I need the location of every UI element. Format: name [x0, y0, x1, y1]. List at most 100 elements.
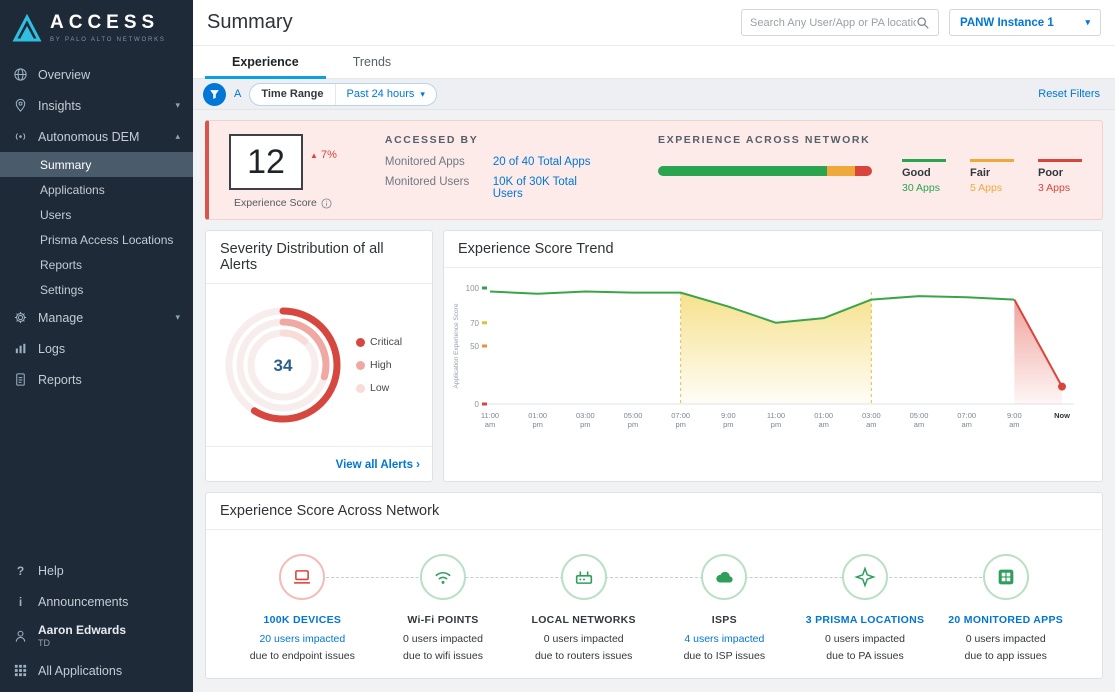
monitored-apps-cause: due to app issues: [935, 650, 1076, 662]
brand-title: ACCESS: [50, 12, 166, 34]
tab-trends[interactable]: Trends: [326, 46, 418, 79]
legend-high: High: [356, 359, 402, 371]
network-card-title: Experience Score Across Network: [206, 493, 1102, 530]
filter-button[interactable]: [203, 83, 226, 106]
prisma-locations-cause: due to PA issues: [795, 650, 936, 662]
sidebar-item-settings[interactable]: Settings: [0, 277, 193, 302]
svg-text:11:00pm: 11:00pm: [767, 411, 785, 429]
user-icon: [13, 629, 28, 644]
experience-across-network-heading: EXPERIENCE ACROSS NETWORK: [658, 134, 1082, 146]
router-icon: [561, 554, 607, 600]
legend-good-swatch: [902, 159, 946, 162]
sidebar-item-autonomous-dem[interactable]: Autonomous DEM ▴: [0, 121, 193, 152]
time-range-value-text: Past 24 hours: [347, 88, 415, 100]
global-search[interactable]: [741, 9, 939, 36]
all-applications-button[interactable]: All Applications: [0, 655, 193, 686]
experience-across-network-block: EXPERIENCE ACROSS NETWORK Good 30 Apps: [658, 134, 1082, 209]
tabs-bar: Experience Trends: [193, 46, 1115, 79]
chevron-up-icon: ▴: [175, 131, 180, 142]
brand-logo: ACCESS BY PALO ALTO NETWORKS: [0, 0, 193, 53]
monitored-apps-link[interactable]: 20 MONITORED APPS: [935, 614, 1076, 626]
devices-link[interactable]: 100K DEVICES: [232, 614, 373, 626]
monitored-users-row: Monitored Users 10K of 30K Total Users: [385, 176, 610, 200]
sidebar-item-dem-reports[interactable]: Reports: [0, 252, 193, 277]
help-button[interactable]: ? Help: [0, 555, 193, 586]
legend-poor-count: 3 Apps: [1038, 182, 1082, 194]
distribution-legend: Good 30 Apps Fair 5 Apps Poor: [902, 159, 1082, 194]
reset-filters-link[interactable]: Reset Filters: [1038, 88, 1105, 100]
sidebar-item-prisma-access-locations[interactable]: Prisma Access Locations: [0, 227, 193, 252]
sidebar-item-applications[interactable]: Applications: [0, 177, 193, 202]
network-node-wifi: Wi-Fi POINTS 0 users impacted due to wif…: [373, 554, 514, 662]
legend-poor-swatch: [1038, 159, 1082, 162]
brand-text: ACCESS BY PALO ALTO NETWORKS: [50, 12, 166, 43]
broadcast-icon: [13, 129, 28, 144]
wifi-impact: 0 users impacted: [373, 633, 514, 645]
sidebar-item-label: Summary: [40, 158, 91, 172]
monitored-users-value[interactable]: 10K of 30K Total Users: [493, 176, 610, 200]
wifi-title: Wi-Fi POINTS: [373, 614, 514, 626]
svg-text:05:00am: 05:00am: [910, 411, 929, 429]
sidebar-item-summary[interactable]: Summary: [0, 152, 193, 177]
sidebar-item-label: Users: [40, 208, 71, 222]
sidebar-item-users[interactable]: Users: [0, 202, 193, 227]
funnel-icon: [209, 89, 220, 100]
isps-impact[interactable]: 4 users impacted: [654, 633, 795, 645]
network-node-devices: 100K DEVICES 20 users impacted due to en…: [232, 554, 373, 662]
network-node-prisma-locations: 3 PRISMA LOCATIONS 0 users impacted due …: [795, 554, 936, 662]
sidebar-item-label: Autonomous DEM: [38, 130, 139, 144]
view-all-alerts-link[interactable]: View all Alerts ›: [336, 459, 420, 471]
sidebar-item-logs[interactable]: Logs: [0, 333, 193, 364]
time-range-value[interactable]: Past 24 hours ▾: [336, 84, 436, 105]
trend-card-title: Experience Score Trend: [444, 231, 1102, 268]
sidebar-item-label: Logs: [38, 342, 65, 356]
distribution-segment-good: [658, 166, 827, 176]
user-menu[interactable]: Aaron Edwards TD: [0, 617, 193, 655]
globe-icon: [13, 67, 28, 82]
sidebar-item-insights[interactable]: Insights ▾: [0, 90, 193, 121]
info-icon: i: [13, 594, 28, 609]
distribution-segment-poor: [855, 166, 872, 176]
page-title: Summary: [207, 11, 293, 34]
instance-selector[interactable]: PANW Instance 1 ▾: [949, 9, 1101, 36]
user-info: Aaron Edwards TD: [38, 623, 126, 649]
wifi-cause: due to wifi issues: [373, 650, 514, 662]
search-icon: [916, 16, 930, 30]
local-networks-title: LOCAL NETWORKS: [513, 614, 654, 626]
gear-icon: [13, 310, 28, 325]
map-pin-icon: [13, 98, 28, 113]
experience-across-network-card: Experience Score Across Network 100K DEV…: [205, 492, 1103, 679]
monitored-apps-label: Monitored Apps: [385, 156, 493, 168]
svg-text:9:00pm: 9:00pm: [721, 411, 736, 429]
header-controls: PANW Instance 1 ▾: [741, 9, 1101, 36]
info-circle-icon[interactable]: [321, 198, 332, 209]
prisma-locations-link[interactable]: 3 PRISMA LOCATIONS: [795, 614, 936, 626]
svg-text:03:00am: 03:00am: [862, 411, 881, 429]
top-header: Summary PANW Instance 1 ▾: [193, 0, 1115, 46]
sidebar-item-label: Reports: [38, 373, 82, 387]
time-range-filter[interactable]: Time Range Past 24 hours ▾: [249, 83, 437, 106]
devices-impact[interactable]: 20 users impacted: [232, 633, 373, 645]
local-networks-impact: 0 users impacted: [513, 633, 654, 645]
announcements-button[interactable]: i Announcements: [0, 586, 193, 617]
legend-good-count: 30 Apps: [902, 182, 946, 194]
severity-donut-chart: 34: [212, 294, 354, 436]
user-tenant: TD: [38, 638, 126, 649]
sidebar-item-reports[interactable]: Reports: [0, 364, 193, 395]
sidebar-item-manage[interactable]: Manage ▾: [0, 302, 193, 333]
distribution-segment-fair: [827, 166, 855, 176]
monitored-apps-value[interactable]: 20 of 40 Total Apps: [493, 156, 591, 168]
legend-low-label: Low: [370, 382, 389, 394]
svg-text:07:00pm: 07:00pm: [671, 411, 690, 429]
svg-text:50: 50: [470, 342, 479, 351]
sidebar-item-overview[interactable]: Overview: [0, 59, 193, 90]
search-input[interactable]: [750, 17, 916, 29]
isps-cause: due to ISP issues: [654, 650, 795, 662]
legend-low: Low: [356, 382, 402, 394]
instance-value: PANW Instance 1: [960, 17, 1054, 29]
tab-experience[interactable]: Experience: [205, 46, 326, 79]
legend-fair-count: 5 Apps: [970, 182, 1014, 194]
svg-text:05:00pm: 05:00pm: [624, 411, 643, 429]
devices-cause: due to endpoint issues: [232, 650, 373, 662]
svg-text:01:00pm: 01:00pm: [528, 411, 547, 429]
